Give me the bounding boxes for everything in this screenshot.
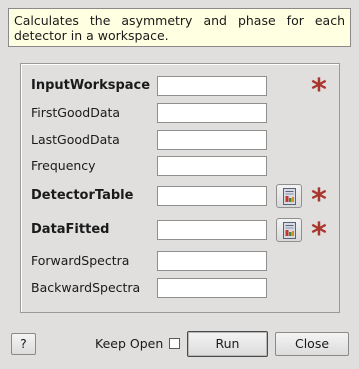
workspace-browse-icon — [283, 188, 296, 205]
label-forward-spectra: ForwardSpectra — [31, 253, 130, 268]
workspace-browse-icon — [283, 222, 296, 239]
input-workspace-field[interactable] — [157, 76, 267, 96]
algorithm-description: Calculates the asymmetry and phase for e… — [8, 8, 351, 47]
detector-table-field[interactable] — [157, 186, 267, 206]
frequency-field[interactable] — [157, 156, 267, 176]
data-fitted-field[interactable] — [157, 220, 267, 240]
label-frequency: Frequency — [31, 158, 96, 173]
required-marker-detector-table: * — [311, 183, 327, 218]
label-backward-spectra: BackwardSpectra — [31, 280, 141, 295]
keep-open-checkbox[interactable] — [169, 338, 180, 349]
keep-open-label: Keep Open — [95, 336, 164, 351]
first-good-data-field[interactable] — [157, 103, 267, 123]
label-input-workspace: InputWorkspace — [31, 78, 151, 93]
close-button[interactable]: Close — [275, 332, 349, 356]
label-data-fitted: DataFitted — [31, 222, 110, 237]
label-first-good-data: FirstGoodData — [31, 105, 121, 120]
run-button[interactable]: Run — [187, 331, 268, 357]
last-good-data-field[interactable] — [157, 130, 267, 150]
detector-table-browse-button[interactable] — [276, 184, 302, 208]
data-fitted-browse-button[interactable] — [276, 218, 302, 242]
required-marker-input-workspace: * — [311, 73, 327, 108]
help-button[interactable]: ? — [11, 333, 36, 355]
label-last-good-data: LastGoodData — [31, 132, 120, 147]
backward-spectra-field[interactable] — [157, 278, 267, 298]
required-marker-data-fitted: * — [311, 217, 327, 252]
forward-spectra-field[interactable] — [157, 251, 267, 271]
label-detector-table: DetectorTable — [31, 188, 134, 203]
